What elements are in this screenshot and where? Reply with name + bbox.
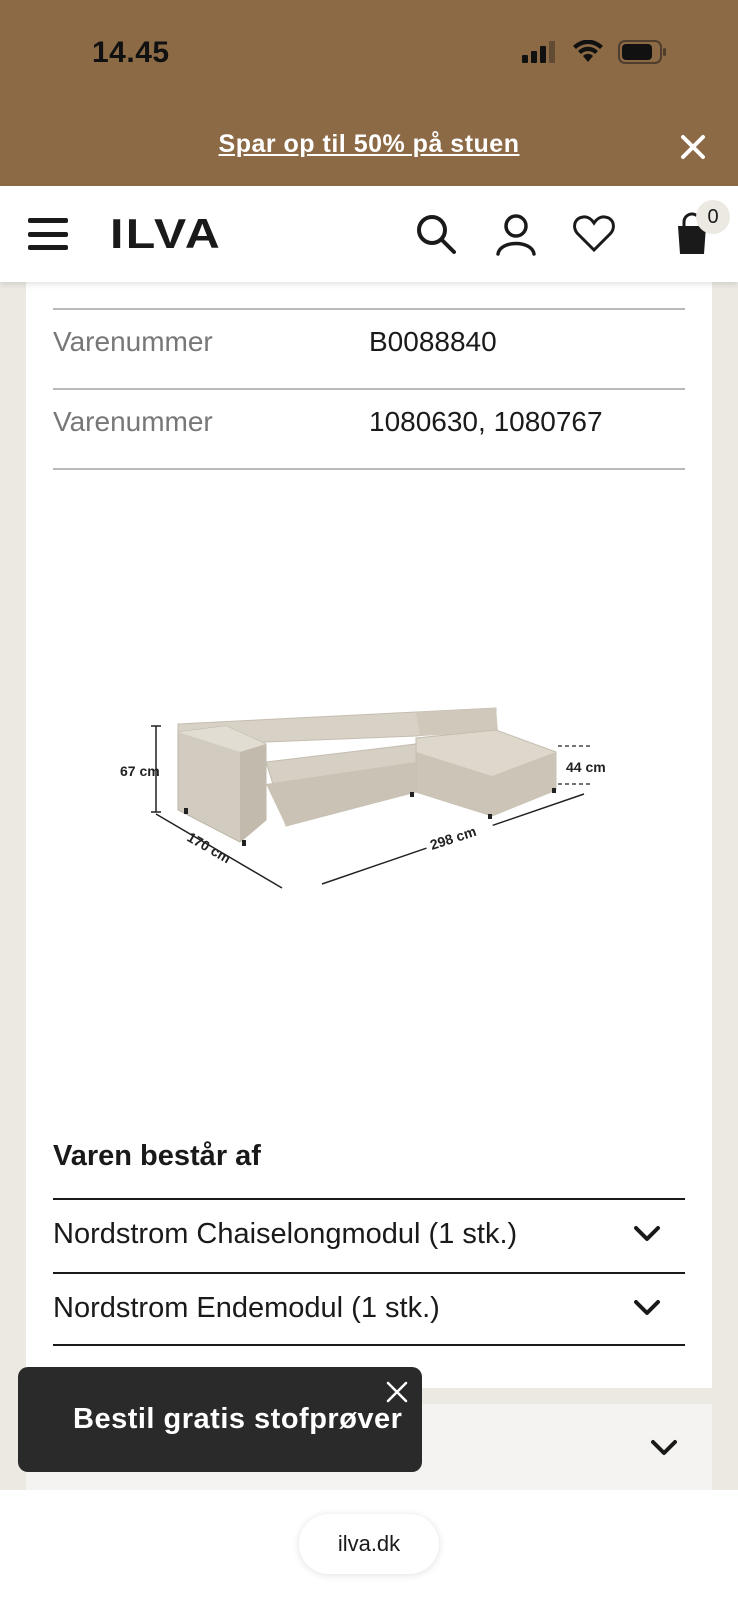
toast-text[interactable]: Bestil gratis stofprøver — [73, 1403, 402, 1436]
close-icon[interactable] — [384, 1379, 410, 1405]
section-title: Varen består af — [53, 1140, 261, 1172]
battery-icon — [618, 40, 666, 64]
accordion-item[interactable]: Nordstrom Chaiselongmodul (1 stk.) — [53, 1198, 685, 1272]
chevron-down-icon — [634, 1300, 660, 1315]
accordion-item[interactable]: Nordstrom Endemodul (1 stk.) — [53, 1272, 685, 1346]
product-details-card: Varenummer B0088840 Varenummer 1080630, … — [26, 282, 712, 1388]
signal-icon — [522, 41, 555, 63]
site-header: ILVA 0 — [0, 186, 738, 282]
spec-value: B0088840 — [369, 326, 497, 357]
accordion-label: Nordstrom Chaiselongmodul (1 stk.) — [53, 1218, 518, 1250]
promo-link[interactable]: Spar op til 50% på stuen — [0, 130, 738, 159]
url-bar[interactable]: ilva.dk — [299, 1514, 439, 1574]
account-icon[interactable] — [494, 212, 538, 256]
fabric-samples-toast[interactable]: Bestil gratis stofprøver — [18, 1367, 422, 1472]
divider — [53, 388, 685, 390]
chevron-down-icon — [651, 1440, 677, 1455]
dimension-label-height: 67 cm — [120, 763, 160, 779]
menu-icon[interactable] — [28, 218, 68, 250]
status-time: 14.45 — [92, 36, 170, 69]
close-icon[interactable] — [678, 132, 708, 162]
cart-count-badge: 0 — [696, 200, 730, 234]
promo-banner: 14.45 Spar op til 50% på stuen — [0, 0, 738, 186]
search-icon[interactable] — [414, 212, 458, 256]
chevron-down-icon — [634, 1226, 660, 1241]
browser-bottom-bar: ilva.dk — [0, 1490, 738, 1600]
spec-value: 1080630, 1080767 — [369, 406, 603, 437]
sofa-dimension-image: 67 cm 170 cm 298 cm 44 cm — [120, 707, 606, 889]
spec-label: Varenummer — [53, 406, 213, 437]
status-icons — [522, 40, 668, 64]
accordion-label: Nordstrom Endemodul (1 stk.) — [53, 1292, 440, 1324]
divider — [53, 468, 685, 470]
spec-label: Varenummer — [53, 326, 213, 357]
divider — [53, 308, 685, 310]
heart-icon[interactable] — [572, 212, 616, 256]
logo[interactable]: ILVA — [110, 210, 222, 258]
wifi-icon — [573, 40, 603, 62]
dimension-label-seat-height: 44 cm — [566, 759, 606, 775]
